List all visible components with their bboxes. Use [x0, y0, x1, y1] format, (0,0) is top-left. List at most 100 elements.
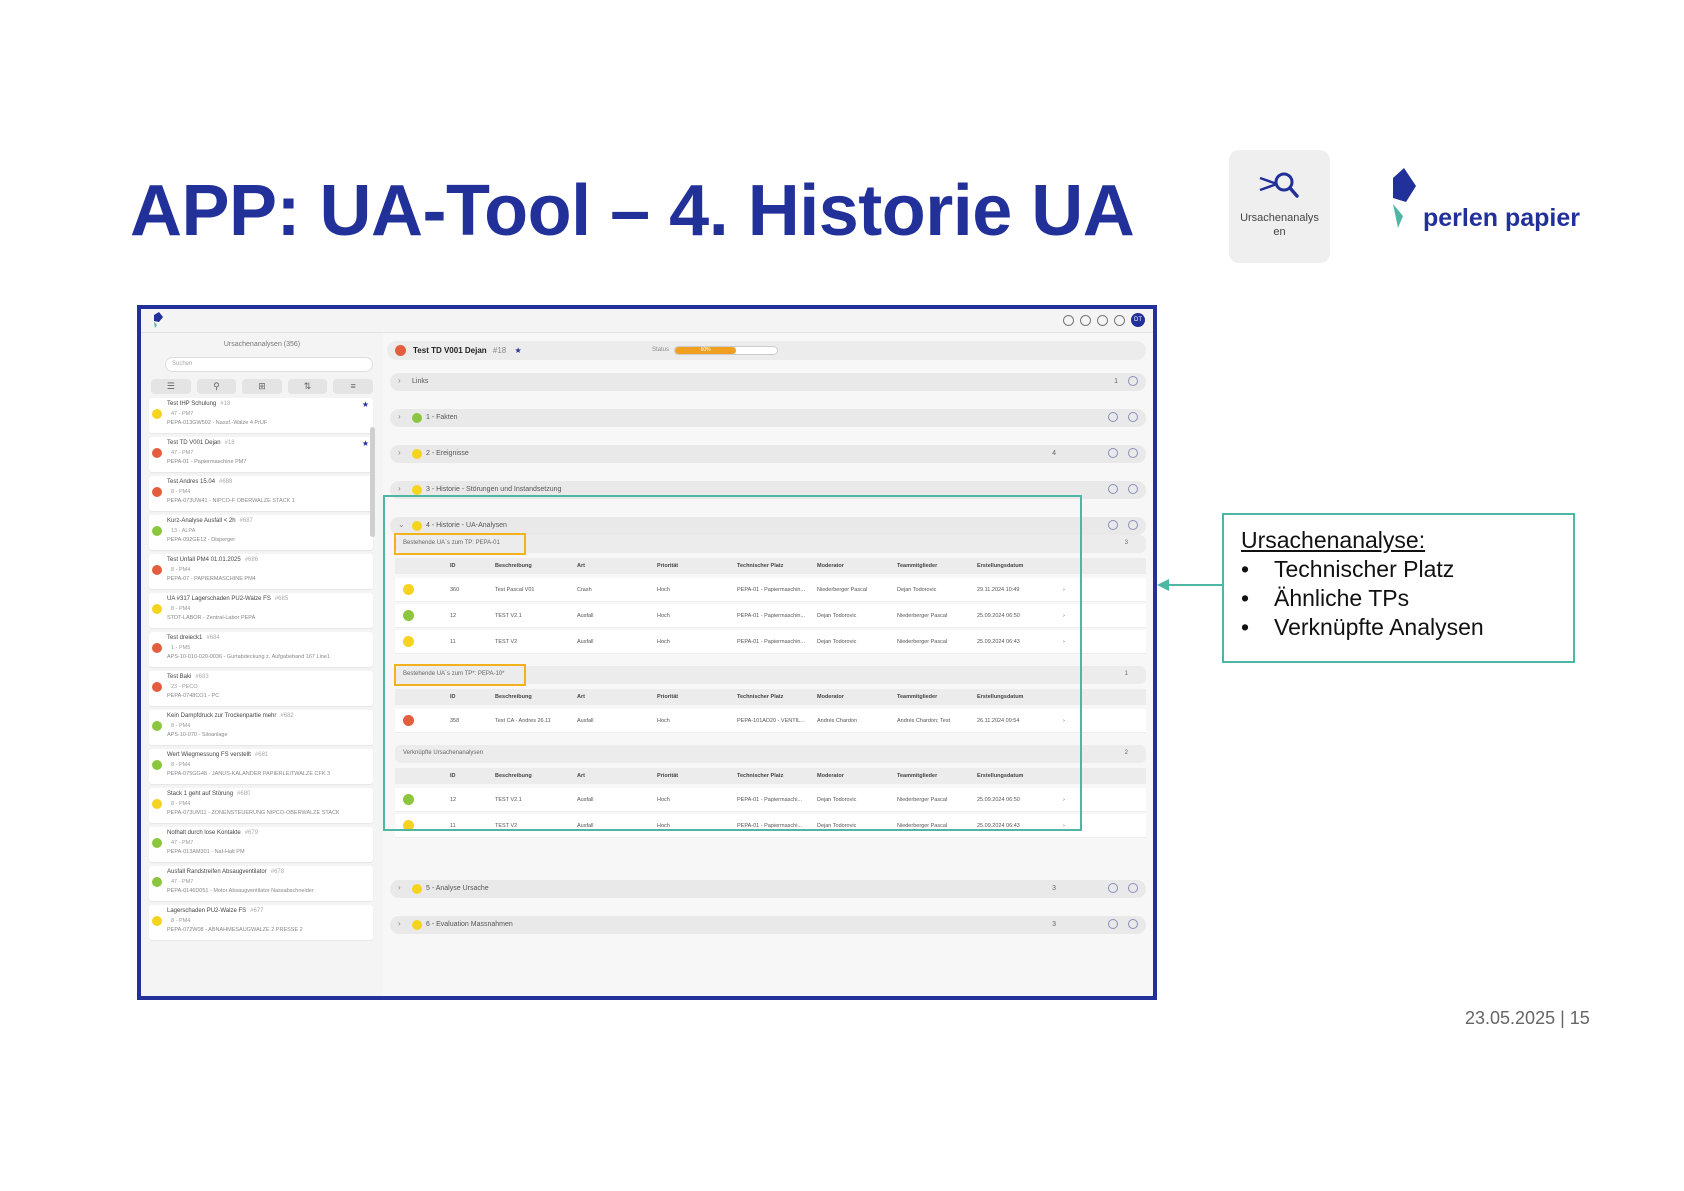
list-item-area: 8 - PM4	[171, 723, 191, 729]
list-item[interactable]: Lagerschaden PU2-Walze FS #677 8 - PM4 PE…	[149, 905, 373, 940]
section-label: Links	[412, 378, 429, 385]
callout-box: Ursachenanalyse: • Technischer Platz • Ähn…	[1222, 513, 1575, 663]
list-scrollbar[interactable]	[370, 427, 375, 537]
list-item[interactable]: Test dreieck1 #684 1 - PM5 APS-10-010-020…	[149, 632, 373, 667]
settings-icon[interactable]	[1128, 520, 1138, 530]
search-input[interactable]: Suchen	[165, 357, 373, 372]
list-item[interactable]: UA #317 Lagerschaden PU2-Walze FS #685 8 …	[149, 593, 373, 628]
list-view-button[interactable]: ☰	[151, 379, 191, 394]
list-item[interactable]: Test Andres 15.04 #688 8 - PM4 PEPA-073UW…	[149, 476, 373, 511]
list-item[interactable]: Test Unfall PM4 01.01.2025 #686 8 - PM4 P…	[149, 554, 373, 589]
list-item-tp: PEPA-073UM11 - ZONENSTEUERUNG NIPCO-OBER…	[167, 810, 340, 816]
list-item-title: Test TD V001 Dejan #18	[167, 440, 235, 446]
callout-item: • Verknüpfte Analysen	[1241, 614, 1484, 640]
favorite-star-icon[interactable]: ★	[362, 439, 369, 448]
chevron-icon[interactable]: ›	[398, 376, 401, 385]
settings-icon[interactable]	[1128, 412, 1138, 422]
settings-icon[interactable]	[1128, 919, 1138, 929]
progress-fill: 60%	[675, 347, 737, 354]
action-icon[interactable]	[1108, 520, 1118, 530]
help-icon[interactable]	[1080, 314, 1091, 326]
list-item[interactable]: Kurz-Analyse Ausfall < 2h #687 13 - ALPA …	[149, 515, 373, 550]
list-item[interactable]: Ausfall Randstreifen Absaugventilator #67…	[149, 866, 373, 901]
status-dot	[412, 485, 422, 495]
chevron-icon[interactable]: ›	[398, 883, 401, 892]
section-bar[interactable]: › 6 - Evaluation Massnahmen 3	[390, 916, 1146, 934]
tree-filter-button[interactable]: ⊞	[242, 379, 282, 394]
action-icon[interactable]	[1108, 448, 1118, 458]
section-bar[interactable]: › 5 - Analyse Ursache 3	[390, 880, 1146, 898]
section-count: 3	[1052, 885, 1056, 892]
action-icon[interactable]	[1108, 412, 1118, 422]
analysis-list: Test IHP Schulung #18 47 - PM7 PEPA-013GW…	[141, 398, 383, 940]
status-dot	[152, 760, 162, 770]
list-item[interactable]: Stack 1 geht auf Störung #680 8 - PM4 PEP…	[149, 788, 373, 823]
list-item[interactable]: Test TD V001 Dejan #18 47 - PM7 PEPA-01 -…	[149, 437, 373, 472]
settings-icon[interactable]	[1128, 448, 1138, 458]
bell-icon[interactable]	[1063, 314, 1074, 326]
sort-button[interactable]: ⇅	[287, 379, 328, 394]
group-count: 2	[1124, 750, 1128, 756]
avatar[interactable]: DT	[1131, 313, 1145, 327]
app-topbar: DT	[141, 309, 1153, 333]
list-item-tp: PEPA-01 - Papiermaschine PM7	[167, 459, 247, 465]
analysis-header: Test TD V001 Dejan #18 ★ Status 60%	[387, 341, 1146, 360]
section-label: 3 - Historie - Störungen und Instandsetz…	[426, 486, 562, 493]
app-icon-label: Ursachenanalys en	[1229, 211, 1330, 239]
chevron-icon[interactable]: ›	[398, 448, 401, 457]
filter-button[interactable]: ≡	[333, 379, 373, 394]
status-dot	[152, 565, 162, 575]
callout-item: • Ähnliche TPs	[1241, 585, 1410, 611]
callout-title: Ursachenanalyse:	[1241, 527, 1426, 553]
list-item[interactable]: Nothalt durch lose Kontakte #679 47 - PM7…	[149, 827, 373, 862]
settings-icon[interactable]	[1128, 883, 1138, 893]
status-dot	[152, 838, 162, 848]
callout-list: • Technischer Platz • Ähnliche TPs • Verknü…	[1241, 555, 1484, 642]
list-item-title: Test dreieck1 #684	[167, 635, 220, 641]
list-item-area: 8 - PM4	[171, 918, 191, 924]
chevron-icon[interactable]: ›	[398, 484, 401, 493]
list-item-tp: PEPA-073UW41 - NIPCO-F OBERWALZE STACK 1	[167, 498, 295, 504]
list-item-title: Kein Dampfdruck zur Trockenpartie mehr #6…	[167, 713, 294, 719]
list-item-tp: APS-10-010-020-0036 - Gurtabdeckung z. A…	[167, 654, 330, 660]
settings-icon[interactable]	[1128, 376, 1138, 386]
status-dot	[395, 345, 406, 356]
settings-icon[interactable]	[1128, 484, 1138, 494]
favorite-star-icon[interactable]: ★	[362, 400, 369, 409]
slide-title: APP: UA-Tool – 4. Historie UA	[130, 171, 1135, 251]
list-item[interactable]: Kein Dampfdruck zur Trockenpartie mehr #6…	[149, 710, 373, 745]
status-progress: 60%	[674, 346, 778, 355]
section-bar[interactable]: › Links 1	[390, 373, 1146, 391]
favorite-star-icon[interactable]: ★	[514, 346, 521, 355]
list-item-area: 47 - PM7	[171, 840, 194, 846]
chevron-icon[interactable]: ›	[398, 919, 401, 928]
action-icon[interactable]	[1108, 883, 1118, 893]
user-filter-button[interactable]: ⚲	[196, 379, 237, 394]
chevron-icon[interactable]: ›	[398, 412, 401, 421]
perlen-papier-logo: perlen papier	[1390, 168, 1600, 234]
list-item[interactable]: Wert Wiegmessung FS verstellt #681 8 - PM…	[149, 749, 373, 784]
send-icon[interactable]	[1114, 314, 1125, 326]
list-item-tp: PEPA-013AM301 - Nat-Halt PM	[167, 849, 245, 855]
list-item-area: 47 - PM7	[171, 411, 194, 417]
list-item[interactable]: Test IHP Schulung #18 47 - PM7 PEPA-013GW…	[149, 398, 373, 433]
action-icon[interactable]	[1108, 484, 1118, 494]
list-item-tp: PEPA-0146D051 - Motor Absaugventilator N…	[167, 888, 314, 894]
section-bar[interactable]: › 1 - Fakten	[390, 409, 1146, 427]
action-icon[interactable]	[1108, 919, 1118, 929]
group-count: 1	[1124, 671, 1128, 677]
section-bar[interactable]: › 2 - Ereignisse 4	[390, 445, 1146, 463]
logo-text: perlen papier	[1423, 204, 1580, 232]
list-item-area: 8 - PM4	[171, 567, 191, 573]
list-item-area: 8 - PM4	[171, 489, 191, 495]
section-label: 6 - Evaluation Massnahmen	[426, 921, 513, 928]
status-dot	[152, 799, 162, 809]
status-dot	[152, 526, 162, 536]
status-dot	[412, 449, 422, 459]
list-item-tp: PEPA-07 - PAPIERMASCHINE PM4	[167, 576, 256, 582]
notifications-icon[interactable]	[1097, 314, 1108, 326]
list-item-tp: PEPA-092GE12 - Disperger	[167, 537, 236, 543]
list-item[interactable]: Test Baki #683 23 - PECO PEPA-0748CO1 - P…	[149, 671, 373, 706]
list-item-title: Test Baki #683	[167, 674, 209, 680]
section-count: 1	[1114, 378, 1118, 385]
